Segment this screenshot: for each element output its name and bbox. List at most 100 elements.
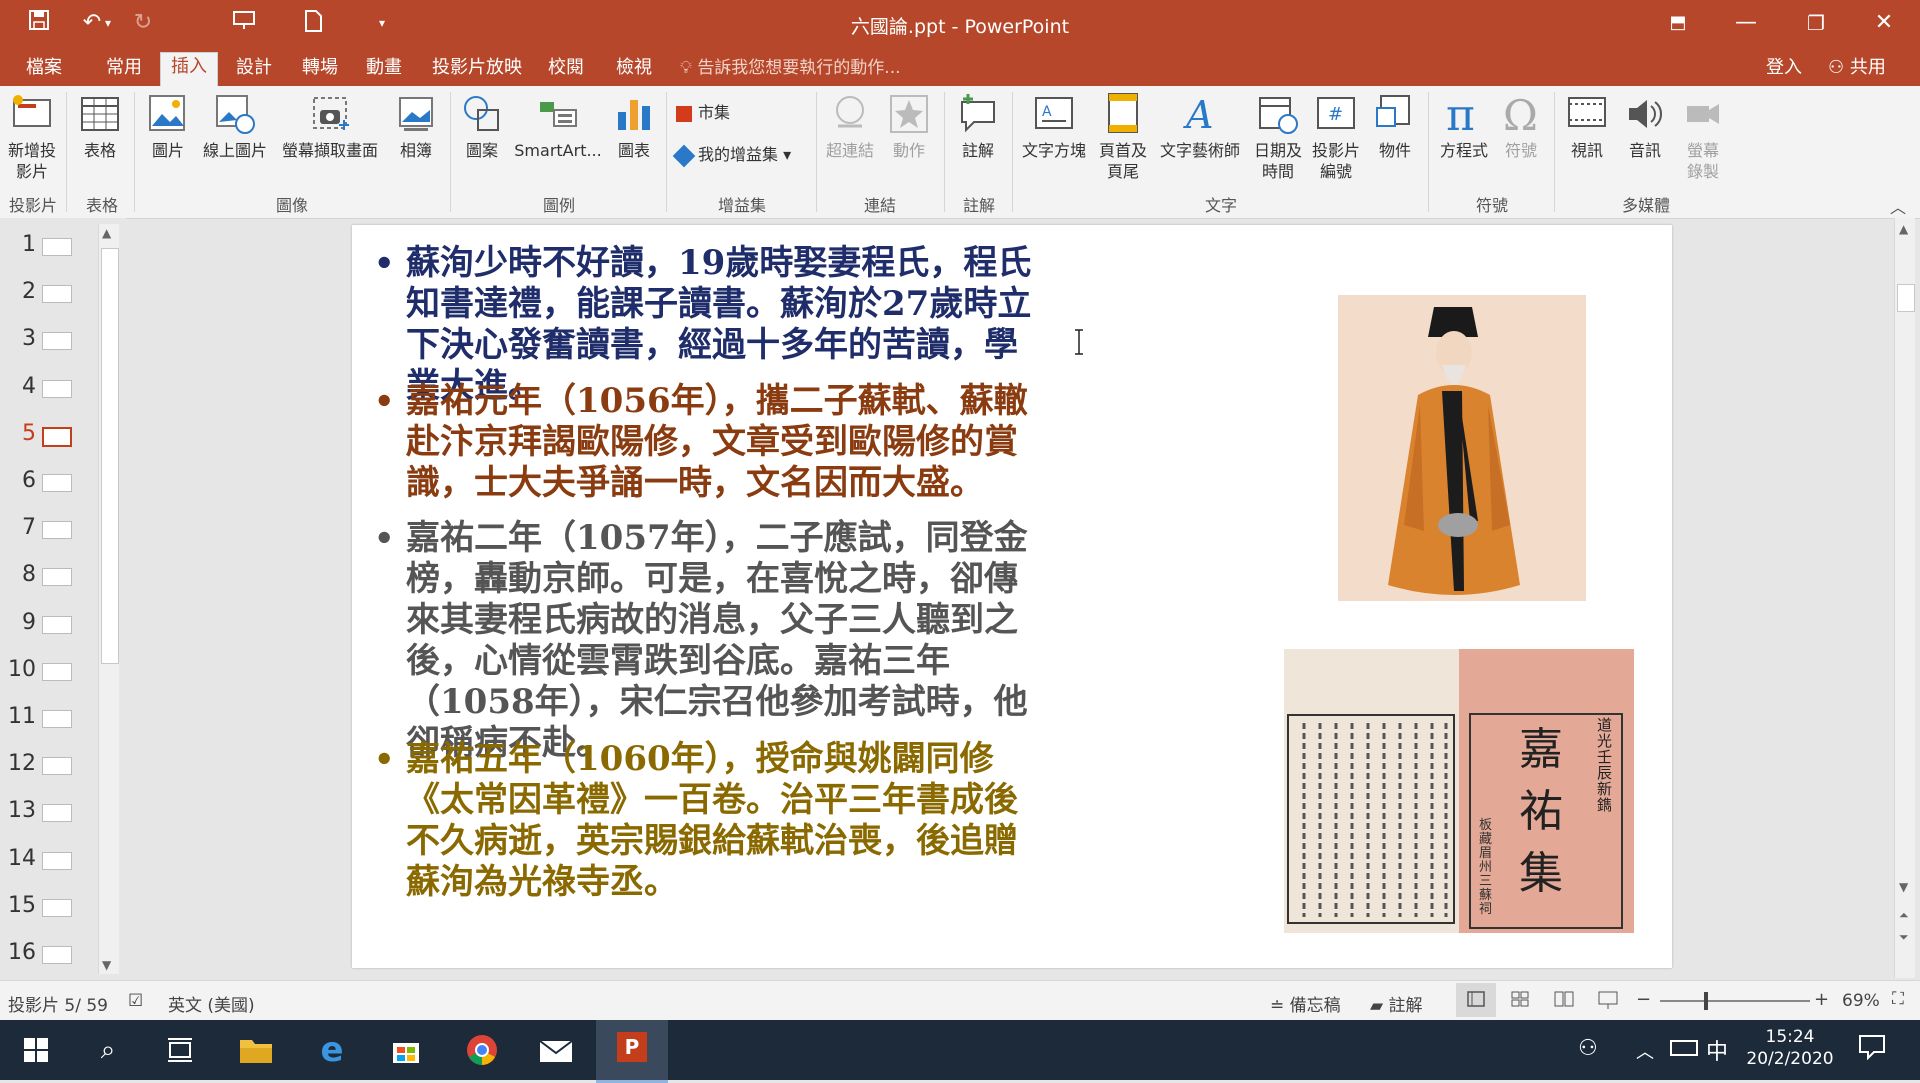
thumbnail-number[interactable]: 4 [8,374,36,399]
chrome-icon[interactable] [452,1028,512,1072]
table-button[interactable]: 表格 [74,92,126,161]
edge-browser-icon[interactable]: e [302,1028,362,1072]
store-app-icon[interactable] [376,1028,436,1072]
shapes-button[interactable]: 圖案 [456,92,508,161]
slide-thumbnail[interactable] [42,285,72,304]
clock[interactable]: 15:24 20/2/2020 [1740,1026,1840,1070]
thumbnail-number[interactable]: 1 [8,232,36,257]
equation-button[interactable]: π 方程式 [1434,92,1494,161]
thumbnail-number[interactable]: 9 [8,610,36,635]
online-picture-button[interactable]: 線上圖片 [198,92,272,161]
show-hidden-icons-chevron[interactable]: ︿ [1636,1038,1654,1064]
fit-slide-icon[interactable]: ⛶ [1892,989,1904,1009]
header-footer-button[interactable]: 頁首及頁尾 [1094,92,1152,182]
book-jiayou-ji-image[interactable]: 道光壬辰新鐫 嘉祐集 板藏眉州三蘇祠 [1284,649,1634,933]
notes-button[interactable]: ≐ 備忘稿 [1270,991,1341,1016]
tab-review[interactable]: 校閱 [538,54,594,86]
slide-thumbnail[interactable] [42,946,72,964]
audio-button[interactable]: 音訊 [1620,92,1670,161]
comments-button[interactable]: ▰ 註解 [1370,991,1422,1016]
comment-button[interactable]: 註解 [952,92,1004,161]
thumbnail-number[interactable]: 14 [8,846,36,871]
slide-canvas[interactable]: • 蘇洵少時不好讀，19歲時娶妻程氏，程氏知書達禮，能課子讀書。蘇洵於27歲時立… [352,225,1672,968]
collapse-ribbon-icon[interactable]: ︿ [1890,194,1906,218]
slide-number-button[interactable]: # 投影片編號 [1308,92,1364,182]
object-button[interactable]: 物件 [1370,92,1420,161]
scroll-up-arrow-icon[interactable]: ▲ [102,226,111,240]
slide-thumbnail[interactable] [42,710,72,728]
tab-view[interactable]: 檢視 [606,54,662,86]
smartart-button[interactable]: SmartArt... [510,92,606,161]
slide-thumbnail[interactable] [42,521,72,540]
screen-recording-button[interactable]: 螢幕錄製 [1678,92,1728,182]
slide-thumbnail[interactable] [42,757,72,776]
slide-sorter-view-button[interactable] [1500,983,1540,1017]
thumbnail-number[interactable]: 15 [8,893,36,918]
spellcheck-icon[interactable]: ☑ [128,991,143,1011]
editor-scroll-up-icon[interactable]: ▲ [1899,222,1908,236]
tell-me-box[interactable]: 💡︎ 告訴我您想要執行的動作... [680,54,901,82]
store-button[interactable]: 市集 [676,102,786,123]
symbol-button[interactable]: Ω 符號 [1496,92,1546,161]
sign-in-link[interactable]: 登入 [1756,54,1812,86]
tab-transitions[interactable]: 轉場 [292,54,348,86]
thumbnail-scrollbar[interactable]: ▲ ▼ [98,224,119,974]
slide-thumbnail[interactable] [42,568,72,587]
bullet-2[interactable]: • 嘉祐元年（1056年），攜二子蘇軾、蘇轍赴汴京拜謁歐陽修，文章受到歐陽修的賞… [374,381,1046,504]
slide-thumbnail[interactable] [42,474,72,492]
tab-slideshow[interactable]: 投影片放映 [422,54,532,86]
thumbnail-number[interactable]: 7 [8,515,36,540]
tab-design[interactable]: 設計 [226,54,282,86]
tab-file[interactable]: 檔案 [16,54,72,86]
bullet-4[interactable]: • 嘉祐五年（1060年），授命與姚闢同修《太常因革禮》一百卷。治平三年書成後不… [374,739,1046,903]
minimize-button[interactable]: — [1718,6,1774,40]
slide-thumbnail[interactable] [42,615,72,634]
thumbnail-number[interactable]: 12 [8,751,36,776]
slideshow-view-button[interactable] [1588,983,1628,1017]
previous-slide-icon[interactable]: ⏶ [1899,908,1909,923]
zoom-in-button[interactable]: + [1814,989,1829,1010]
slide-thumbnail[interactable] [42,332,72,351]
reading-view-button[interactable] [1544,983,1584,1017]
slide-thumbnail[interactable] [42,898,72,917]
new-slide-button[interactable]: 新增投影片 [4,92,60,182]
chart-button[interactable]: 圖表 [608,92,660,161]
thumbnail-number[interactable]: 6 [8,468,36,493]
slide-thumbnail[interactable] [42,426,72,447]
slide-thumbnail[interactable] [42,851,72,870]
next-slide-icon[interactable]: ⏷ [1899,930,1909,945]
thumbnail-number[interactable]: 2 [8,279,36,304]
screenshot-button[interactable]: 螢幕擷取畫面 [276,92,384,161]
bullet-3[interactable]: • 嘉祐二年（1057年），二子應試，同登金榜，轟動京師。可是，在喜悅之時，卻傳… [374,518,1046,764]
ime-indicator[interactable]: 中 [1706,1034,1728,1066]
battery-icon[interactable] [1670,1040,1698,1056]
powerpoint-taskbar-icon[interactable]: P [596,1020,668,1083]
zoom-slider-thumb[interactable] [1704,992,1708,1010]
thumbnail-number[interactable]: 5 [8,421,36,446]
restore-button[interactable]: ❐ [1788,6,1844,40]
picture-button[interactable]: 圖片 [142,92,194,161]
textbox-button[interactable]: A 文字方塊 [1018,92,1090,161]
people-icon[interactable]: ⚇ [1578,1036,1598,1061]
tab-animations[interactable]: 動畫 [356,54,412,86]
close-button[interactable]: ✕ [1856,6,1912,40]
scrollbar-thumb[interactable] [101,248,119,664]
task-view-icon[interactable] [150,1028,210,1072]
file-explorer-icon[interactable] [226,1028,286,1072]
zoom-level[interactable]: 69% [1842,991,1880,1011]
wordart-button[interactable]: A 文字藝術師 [1154,92,1246,161]
thumbnail-number[interactable]: 16 [8,940,36,965]
thumbnail-number[interactable]: 10 [8,657,36,682]
editor-scroll-down-icon[interactable]: ▼ [1899,880,1908,894]
video-button[interactable]: 視訊 [1562,92,1612,161]
scroll-down-arrow-icon[interactable]: ▼ [102,958,111,972]
search-icon[interactable]: ⌕ [78,1028,138,1072]
thumbnail-number[interactable]: 11 [8,704,36,729]
normal-view-button[interactable] [1456,983,1496,1017]
editor-scrollbar[interactable]: ▲ ▼ ⏶ ⏷ [1894,218,1915,978]
thumbnail-number[interactable]: 3 [8,326,36,351]
slide-thumbnail[interactable] [42,379,72,398]
editor-scroll-thumb[interactable] [1897,284,1915,312]
tab-home[interactable]: 常用 [96,54,152,86]
slide-thumbnail[interactable] [42,662,72,681]
